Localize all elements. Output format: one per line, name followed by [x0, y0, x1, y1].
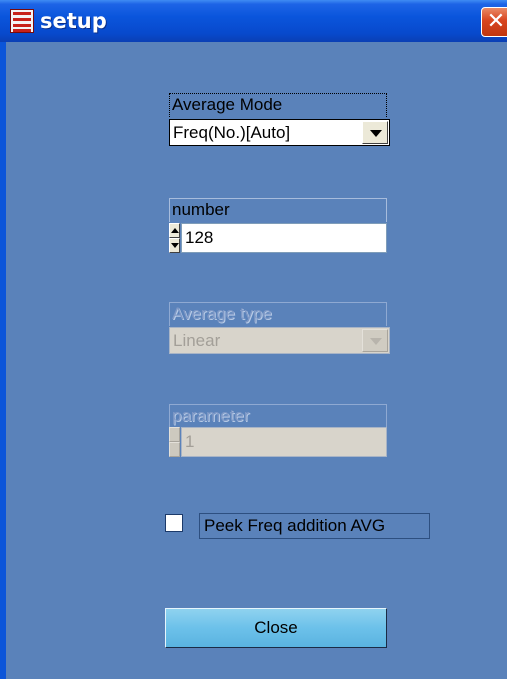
- window-title: setup: [40, 9, 107, 33]
- chevron-down-icon[interactable]: [362, 329, 388, 352]
- dialog-client-area: Average Mode Freq(No.)[Auto] number 128 …: [6, 42, 507, 679]
- parameter-label: parameter: [169, 404, 387, 428]
- average-type-value: Linear: [173, 331, 221, 350]
- spin-up-icon[interactable]: [169, 427, 180, 442]
- setup-window: setup ✕ Average Mode Freq(No.)[Auto] num…: [0, 0, 507, 679]
- number-label: number: [169, 198, 387, 222]
- peek-freq-label[interactable]: Peek Freq addition AVG: [199, 513, 430, 539]
- number-input[interactable]: 128: [181, 223, 387, 253]
- parameter-spinner[interactable]: 1: [169, 427, 387, 457]
- average-mode-dropdown[interactable]: Freq(No.)[Auto]: [169, 119, 390, 146]
- spin-down-icon[interactable]: [169, 238, 180, 253]
- chevron-down-icon[interactable]: [362, 121, 388, 144]
- peek-freq-checkbox[interactable]: [165, 514, 183, 532]
- average-mode-value: Freq(No.)[Auto]: [173, 123, 291, 142]
- average-type-label: Average type: [169, 302, 387, 326]
- average-type-dropdown[interactable]: Linear: [169, 327, 390, 354]
- spin-up-icon[interactable]: [169, 223, 180, 238]
- parameter-input[interactable]: 1: [181, 427, 387, 457]
- spin-buttons: [169, 223, 180, 253]
- title-bar[interactable]: setup ✕: [0, 0, 507, 42]
- spin-down-icon[interactable]: [169, 442, 180, 457]
- app-icon: [10, 9, 34, 33]
- number-spinner[interactable]: 128: [169, 223, 387, 253]
- average-mode-label: Average Mode: [169, 93, 387, 117]
- close-window-button[interactable]: ✕: [481, 7, 507, 37]
- close-button[interactable]: Close: [165, 608, 387, 648]
- spin-buttons: [169, 427, 180, 457]
